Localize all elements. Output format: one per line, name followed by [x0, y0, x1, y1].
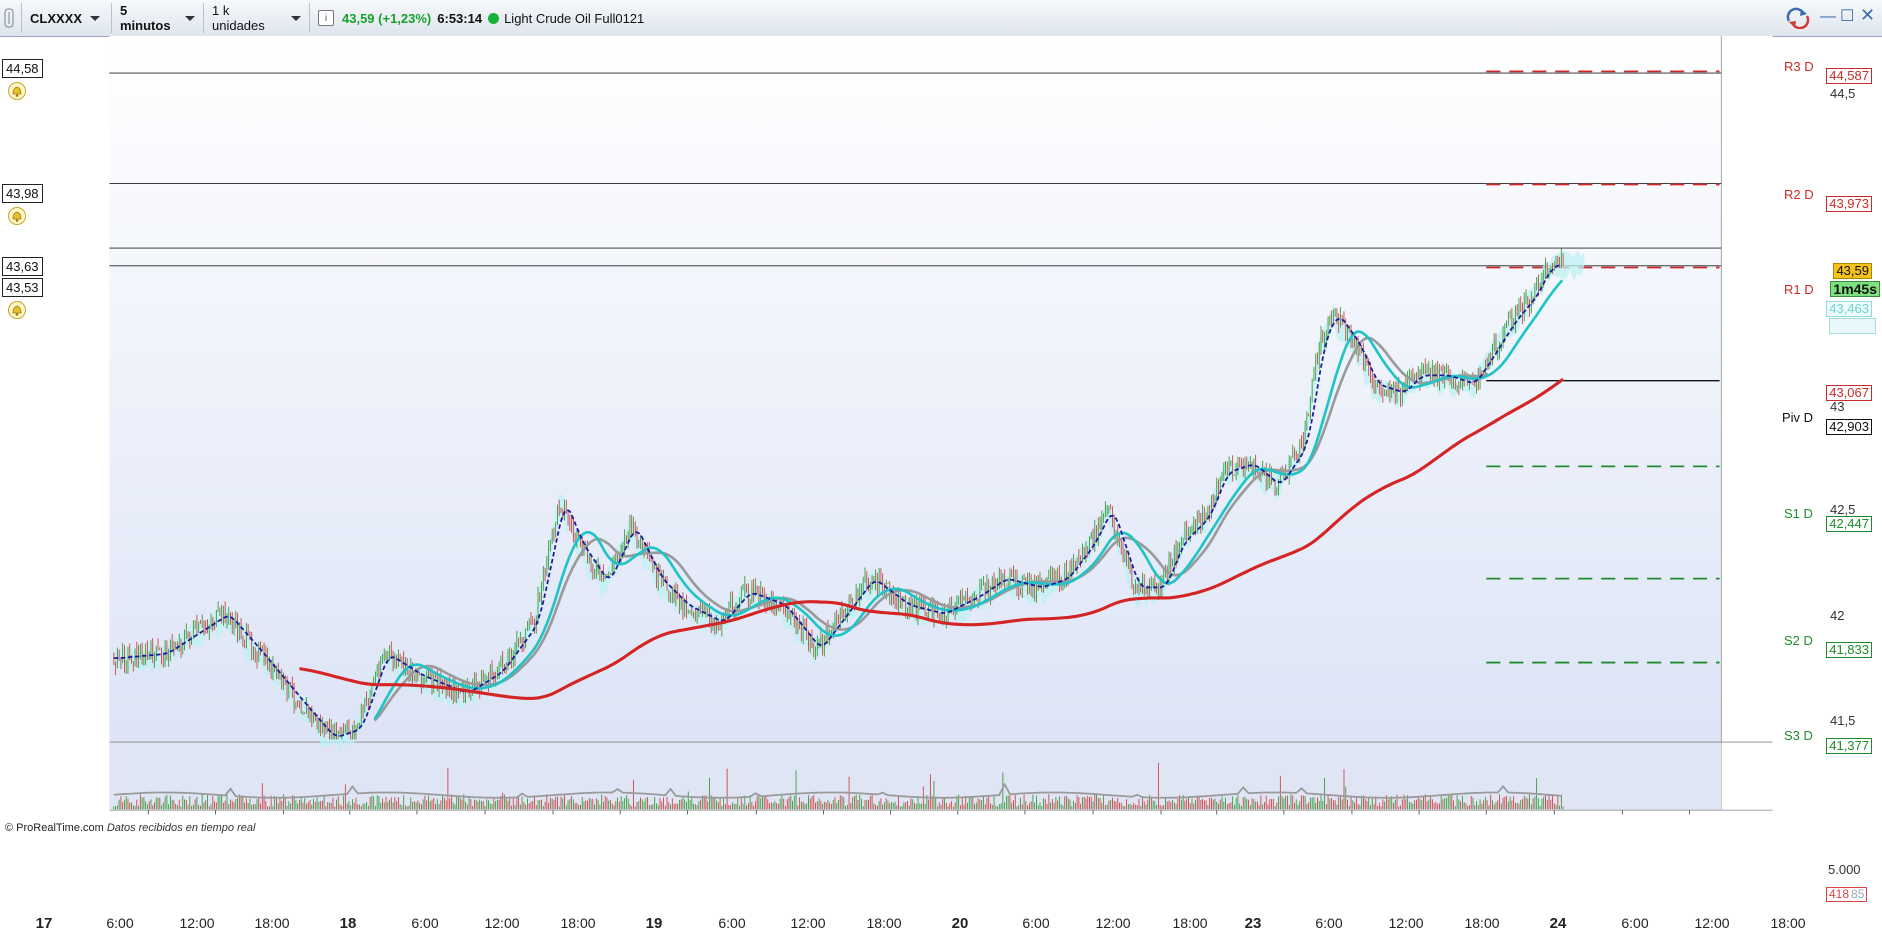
price-chart[interactable]	[0, 36, 1882, 834]
time-label: 20	[951, 915, 969, 932]
time-label: 18:00	[1770, 915, 1806, 931]
volume-axis-tick: 5.000	[1828, 862, 1861, 877]
time-label: 6:00	[1621, 915, 1649, 931]
data-source-credit: © ProRealTime.com Datos recibidos en tie…	[5, 822, 255, 834]
time-label: 18:00	[866, 915, 902, 931]
time-label: 18:00	[1172, 915, 1208, 931]
time-label: 17	[35, 915, 53, 932]
credit-note: Datos recibidos en tiempo real	[106, 822, 256, 834]
pivot-s3-label: S3 D	[1784, 728, 1813, 743]
time-label: 12:00	[484, 915, 520, 931]
price-tick: 41,5	[1830, 713, 1856, 728]
pivot-r1-label: R1 D	[1784, 282, 1814, 297]
chart-toolbar: CLXXXX 5 minutos 1 k unidades i 43,59 (+…	[0, 0, 1882, 37]
time-label: 6:00	[1022, 915, 1050, 931]
price-tick: 42,5	[1830, 502, 1856, 517]
volume-panel	[109, 742, 1722, 811]
s1-value-tag: 42,447	[1826, 516, 1872, 532]
volume-last-value: 418	[1829, 887, 1850, 901]
r3-value-tag: 44,587	[1826, 68, 1872, 84]
s2-value-tag: 41,833	[1826, 642, 1872, 658]
time-label: 12:00	[1388, 915, 1424, 931]
time-label: 6:00	[1315, 915, 1343, 931]
price-tick: 43	[1830, 399, 1845, 414]
price-axis-background	[1721, 36, 1773, 743]
sync-icon[interactable]	[1785, 7, 1811, 29]
red-ma-tag: 43,067	[1826, 385, 1872, 401]
info-icon[interactable]: i	[318, 10, 334, 26]
bell-icon[interactable]	[8, 82, 26, 100]
cyan-ma-tag: 43,463	[1826, 301, 1872, 317]
alert-level-label[interactable]: 44,58	[2, 59, 43, 78]
pivot-s1-label: S1 D	[1784, 506, 1813, 521]
time-label: 18	[339, 915, 357, 932]
time-label: 6:00	[411, 915, 439, 931]
bell-icon[interactable]	[8, 301, 26, 319]
grip-icon	[4, 8, 14, 28]
time-label: 18:00	[1464, 915, 1500, 931]
timeframe-label: 5 minutos	[120, 3, 171, 33]
pivot-value-tag: 42,903	[1826, 419, 1872, 435]
pivot-label: Piv D	[1782, 410, 1814, 425]
volume-value-tag: 418 85	[1826, 887, 1868, 902]
alert-level-label[interactable]: 43,98	[2, 184, 43, 203]
bell-icon[interactable]	[8, 207, 26, 225]
time-label: 24	[1549, 915, 1567, 932]
quote-info: i 43,59 (+1,23%) 6:53:14 Light Crude Oil…	[310, 3, 680, 33]
alert-level-label[interactable]: 43,63	[2, 257, 43, 276]
countdown-tag: 1m45s	[1830, 281, 1880, 297]
pivot-r3-label: R3 D	[1784, 59, 1814, 74]
chevron-down-icon	[291, 15, 301, 21]
chevron-down-icon	[185, 15, 195, 21]
maximize-icon[interactable]: ☐	[1840, 6, 1854, 26]
symbol-label: CLXXXX	[30, 10, 83, 26]
time-label: 23	[1244, 915, 1262, 932]
time-label: 19	[645, 915, 663, 932]
grip-handle[interactable]	[0, 3, 22, 33]
units-label: 1 k unidades	[212, 3, 265, 33]
price-tick: 42	[1830, 608, 1845, 623]
alert-level-label[interactable]: 43,53	[2, 278, 43, 297]
pivot-s2-label: S2 D	[1784, 633, 1813, 648]
chart-background	[109, 36, 1722, 743]
timeframe-selector[interactable]: 5 minutos	[112, 3, 204, 33]
status-dot-icon	[488, 12, 500, 24]
price-change: 43,59 (+1,23%)	[342, 10, 432, 26]
time-label: 18:00	[560, 915, 596, 931]
credit-source: © ProRealTime.com	[5, 822, 104, 834]
symbol-selector[interactable]: CLXXXX	[22, 3, 112, 33]
time-axis-background	[109, 810, 1773, 834]
last-price-tag: 43,59	[1833, 263, 1872, 279]
time-label: 12:00	[1694, 915, 1730, 931]
time-label: 12:00	[790, 915, 826, 931]
time-label: 12:00	[179, 915, 215, 931]
time-label: 12:00	[1095, 915, 1131, 931]
minimize-icon[interactable]: —	[1820, 8, 1836, 26]
instrument-name: Light Crude Oil Full0121	[504, 10, 645, 26]
ghost-tag	[1829, 318, 1876, 334]
units-selector[interactable]: 1 k unidades	[204, 3, 310, 33]
volume-ghost-value: 85	[1851, 887, 1865, 901]
chevron-down-icon	[90, 15, 101, 21]
time-label: 6:00	[718, 915, 746, 931]
pivot-r2-label: R2 D	[1784, 187, 1814, 202]
time-label: 6:00	[106, 915, 134, 931]
time-label: 18:00	[254, 915, 290, 931]
price-tick: 44,5	[1830, 86, 1856, 101]
close-icon[interactable]: ✕	[1860, 5, 1875, 26]
clock: 6:53:14	[437, 10, 483, 26]
r2-value-tag: 43,973	[1826, 196, 1872, 212]
s3-value-tag: 41,377	[1826, 738, 1872, 754]
